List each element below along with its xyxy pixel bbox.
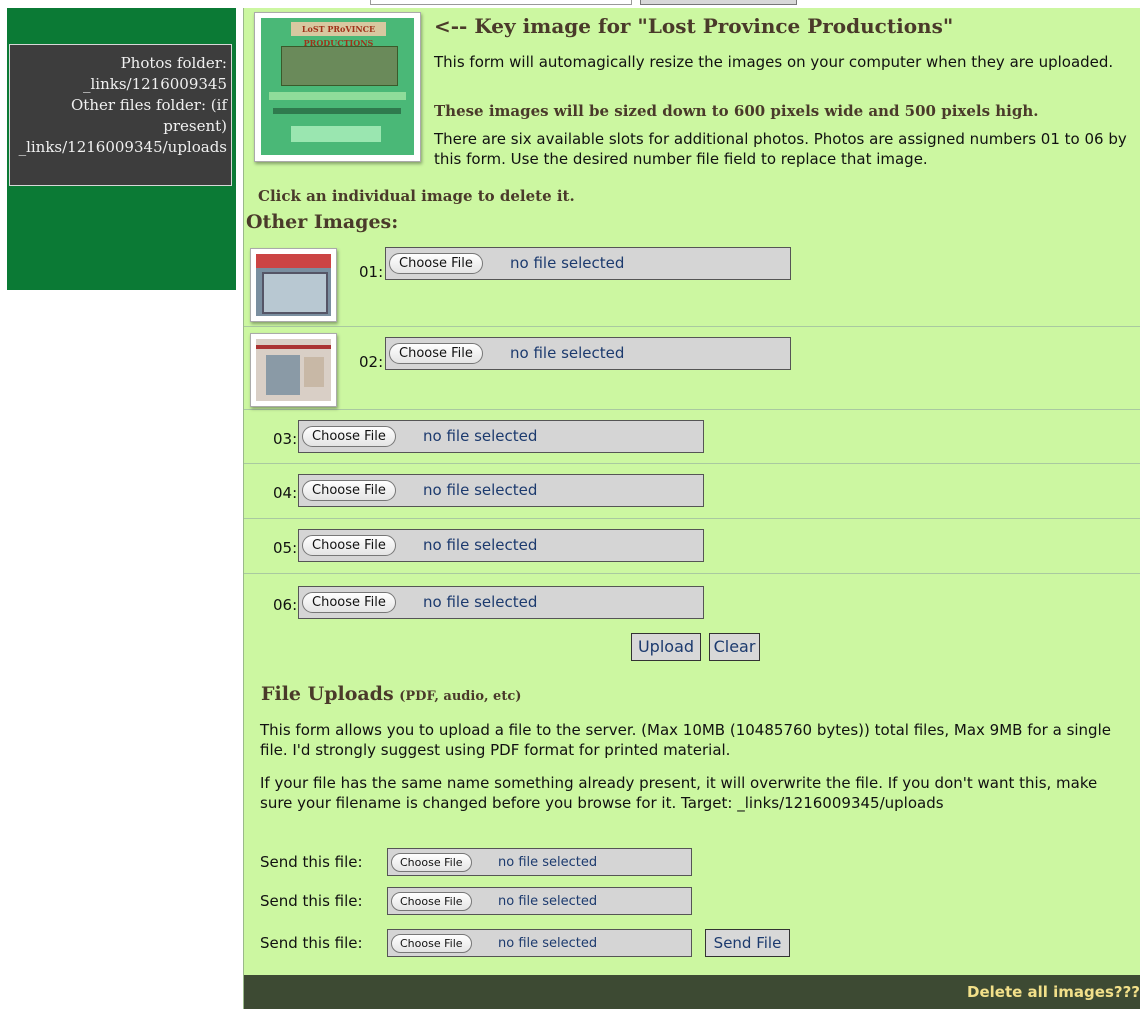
key-image-band [291,126,381,142]
image-thumbnail-01[interactable] [250,248,337,322]
image-slot-01: 01: Choose File no file selected [244,238,1140,327]
file-input-01[interactable]: Choose File no file selected [385,247,791,280]
clear-button[interactable]: Clear [709,633,760,661]
file-uploads-title: File Uploads [261,683,394,705]
file-overwrite-text: If your file has the same name something… [260,774,1098,812]
send-file-input[interactable]: Choose File no file selected [387,848,692,876]
choose-file-button[interactable]: Choose File [391,892,472,911]
left-panel: Photos folder: _links/1216009345 Other f… [7,8,236,290]
file-uploads-heading: File Uploads (PDF, audio, etc) [261,683,521,705]
thumbnail-picture [256,254,331,316]
file-input-05[interactable]: Choose File no file selected [298,529,704,562]
other-images-heading: Other Images: [246,211,399,233]
key-image-heading: <-- Key image for "Lost Province Product… [434,14,954,38]
image-slot-04: 04: Choose File no file selected [244,464,1140,519]
file-input-03[interactable]: Choose File no file selected [298,420,704,453]
tab-strip-left[interactable] [370,0,632,5]
slot-number-label: 04: [273,484,298,502]
send-file-label: Send this file: [260,892,363,910]
file-status: no file selected [510,254,625,272]
file-status: no file selected [498,855,598,870]
main-panel: LoST PRoVINCE PRODUCTIONS <-- Key image … [243,8,1140,1009]
file-limits-text: This form allows you to upload a file to… [260,721,1111,759]
slot-number-label: 01: [359,263,384,281]
file-status: no file selected [498,936,598,951]
slot-number-label: 06: [273,596,298,614]
file-input-02[interactable]: Choose File no file selected [385,337,791,370]
image-thumbnail-02[interactable] [250,333,337,407]
delete-all-images-link[interactable]: Delete all images??? [967,983,1140,1001]
file-status: no file selected [423,593,538,611]
bottom-bar: Delete all images??? [244,975,1140,1009]
intro-text: This form will automagically resize the … [434,53,1114,71]
choose-file-button[interactable]: Choose File [391,934,472,953]
thumbnail-picture [256,339,331,401]
file-uploads-subtitle: (PDF, audio, etc) [399,689,522,704]
choose-file-button[interactable]: Choose File [302,592,396,613]
file-input-06[interactable]: Choose File no file selected [298,586,704,619]
choose-file-button[interactable]: Choose File [302,535,396,556]
choose-file-button[interactable]: Choose File [302,426,396,447]
key-image-logo: LoST PRoVINCE PRODUCTIONS [291,22,386,48]
send-file-label: Send this file: [260,934,363,952]
slot-number-label: 05: [273,539,298,557]
other-folder-label-cont: present) [163,117,227,135]
choose-file-button[interactable]: Choose File [389,343,483,364]
slots-note: There are six available slots for additi… [434,130,1127,168]
send-file-input[interactable]: Choose File no file selected [387,887,692,915]
click-delete-note: Click an individual image to delete it. [258,187,575,205]
file-status: no file selected [423,481,538,499]
upload-button[interactable]: Upload [631,633,701,661]
other-folder-path: _links/1216009345/uploads [18,138,227,156]
slot-number-label: 03: [273,430,298,448]
tab-strip-right[interactable] [640,0,797,5]
key-image-thumbnail[interactable]: LoST PRoVINCE PRODUCTIONS [254,12,421,162]
choose-file-button[interactable]: Choose File [391,853,472,872]
key-image-band [273,108,401,114]
choose-file-button[interactable]: Choose File [302,480,396,501]
file-status: no file selected [423,536,538,554]
send-file-label: Send this file: [260,853,363,871]
photos-folder-path: _links/1216009345 [82,75,227,93]
file-status: no file selected [498,894,598,909]
image-slot-06: 06: Choose File no file selected [244,574,1140,630]
image-slot-02: 02: Choose File no file selected [244,327,1140,410]
key-image-picture: LoST PRoVINCE PRODUCTIONS [261,18,414,155]
image-slot-03: 03: Choose File no file selected [244,410,1140,464]
slot-number-label: 02: [359,353,384,371]
send-file-input[interactable]: Choose File no file selected [387,929,692,957]
file-status: no file selected [510,344,625,362]
size-note: These images will be sized down to 600 p… [434,102,1039,120]
other-folder-label: Other files folder: (if [71,96,227,114]
key-image-photo [281,46,398,86]
top-tabs [370,0,800,6]
choose-file-button[interactable]: Choose File [389,253,483,274]
key-image-band [269,92,406,100]
photos-folder-label: Photos folder: [120,54,227,72]
folder-info-box: Photos folder: _links/1216009345 Other f… [9,44,232,186]
file-status: no file selected [423,427,538,445]
image-slot-05: 05: Choose File no file selected [244,519,1140,574]
send-file-button[interactable]: Send File [705,929,790,957]
file-input-04[interactable]: Choose File no file selected [298,474,704,507]
